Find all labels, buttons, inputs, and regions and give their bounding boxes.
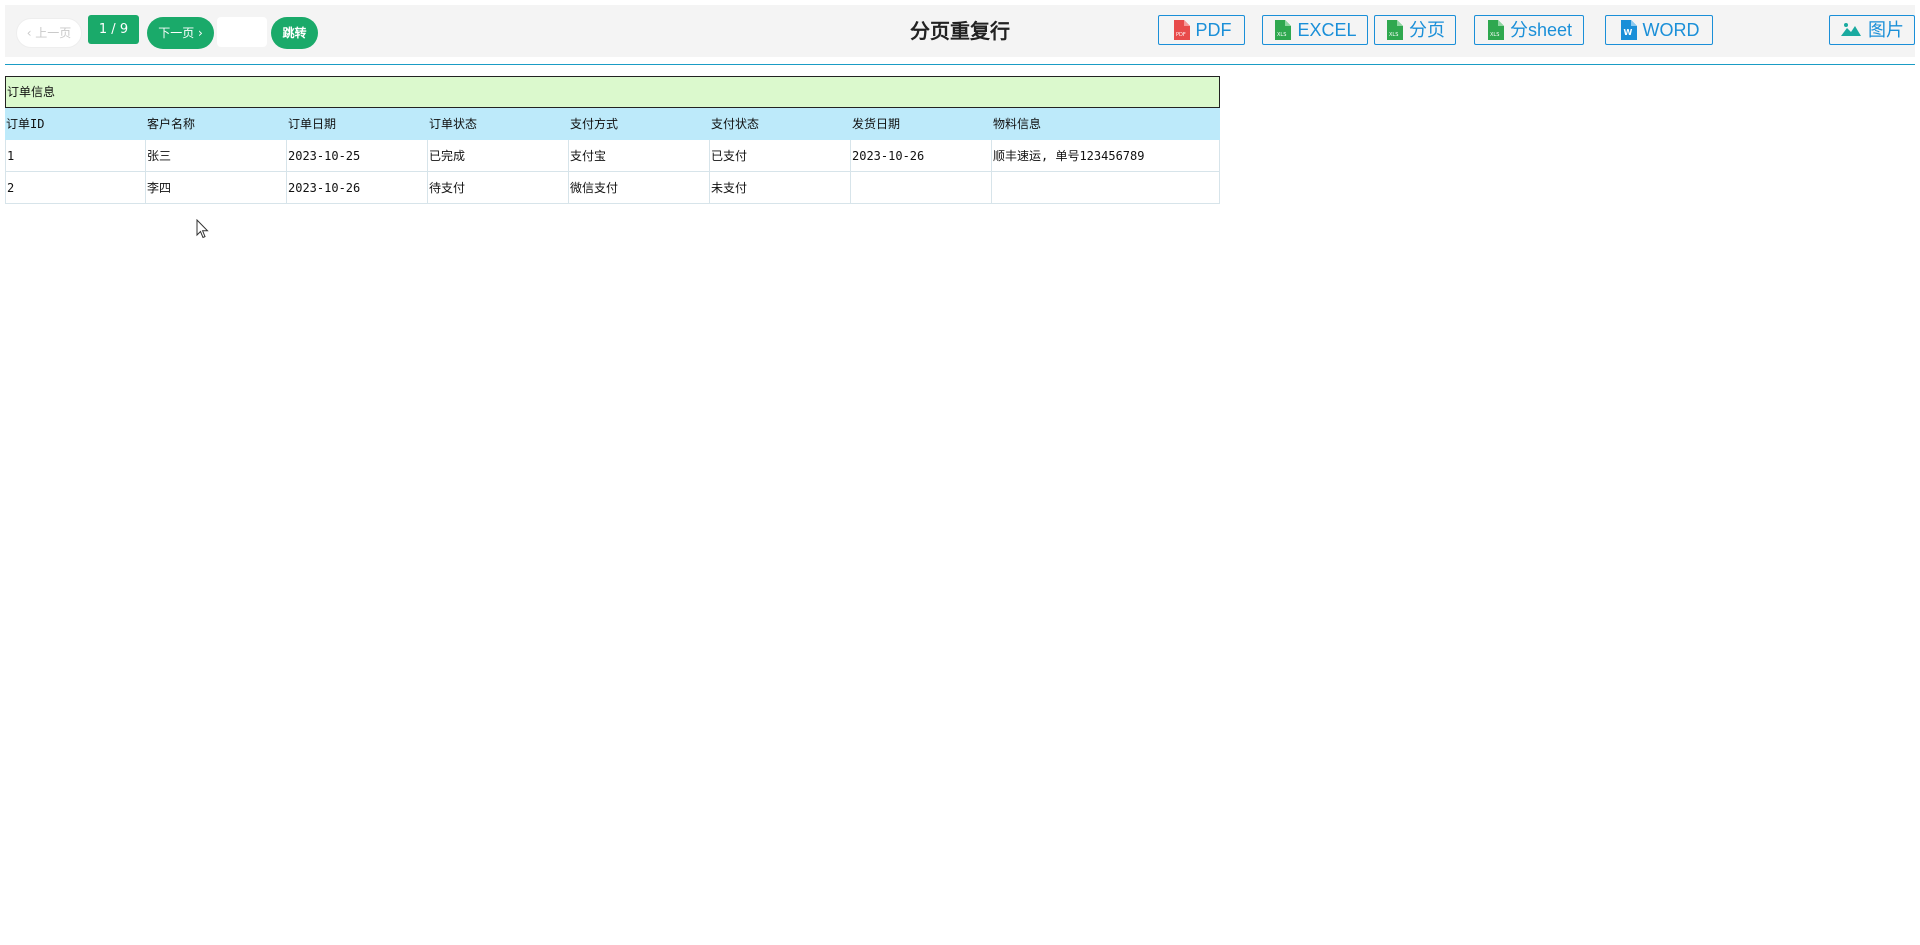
table-cell: 2 xyxy=(5,172,146,204)
export-image-label: 图片 xyxy=(1868,20,1904,40)
table-cell: 微信支付 xyxy=(569,172,710,204)
report-toolbar: ‹ 上一页 1 / 9 下一页 › 跳转 分页重复行 PDF PDF XLS E… xyxy=(5,5,1915,57)
column-header: 物料信息 xyxy=(993,117,1042,131)
table-cell xyxy=(851,172,992,204)
svg-text:XLS: XLS xyxy=(1277,32,1286,38)
export-word-button[interactable]: W WORD xyxy=(1605,15,1713,45)
table-cell: 顺丰速运, 单号123456789 xyxy=(992,140,1220,172)
column-header: 订单状态 xyxy=(429,117,478,131)
table-cell: 未支付 xyxy=(710,172,851,204)
table-cell: 2023-10-26 xyxy=(851,140,992,172)
table-cell: 支付宝 xyxy=(569,140,710,172)
column-header: 发货日期 xyxy=(852,117,901,131)
svg-text:W: W xyxy=(1623,28,1632,37)
export-excel-label: EXCEL xyxy=(1297,20,1357,40)
pdf-file-icon: PDF xyxy=(1172,20,1190,40)
export-excel-sheets-button[interactable]: XLS 分sheet xyxy=(1474,15,1584,45)
next-page-button[interactable]: 下一页 › xyxy=(147,17,214,49)
svg-text:PDF: PDF xyxy=(1176,32,1186,38)
export-excel-button[interactable]: XLS EXCEL xyxy=(1262,15,1368,45)
export-excel-sheets-label: 分sheet xyxy=(1509,20,1573,40)
export-excel-paged-label: 分页 xyxy=(1409,20,1445,40)
table-cell: 已支付 xyxy=(710,140,851,172)
column-header: 支付状态 xyxy=(711,117,760,131)
table-cell: 张三 xyxy=(146,140,287,172)
column-header: 订单日期 xyxy=(288,117,337,131)
export-word-label: WORD xyxy=(1642,20,1700,40)
table-cell: 2023-10-26 xyxy=(287,172,428,204)
excel-file-icon: XLS xyxy=(1385,20,1403,40)
table-cell xyxy=(992,172,1220,204)
table-row: 2 李四 2023-10-26 待支付 微信支付 未支付 xyxy=(5,172,1220,204)
svg-text:XLS: XLS xyxy=(1490,32,1499,38)
table-cell: 已完成 xyxy=(428,140,569,172)
column-header-row: 订单ID 客户名称 订单日期 订单状态 支付方式 支付状态 发货日期 物料信息 xyxy=(5,108,1220,140)
excel-file-icon: XLS xyxy=(1486,20,1504,40)
table-cell: 2023-10-25 xyxy=(287,140,428,172)
table-cell: 李四 xyxy=(146,172,287,204)
mouse-cursor-icon xyxy=(196,218,210,239)
toolbar-divider xyxy=(5,64,1915,65)
page-indicator: 1 / 9 xyxy=(88,15,139,44)
previous-page-button[interactable]: ‹ 上一页 xyxy=(16,18,82,48)
column-header: 订单ID xyxy=(6,117,45,131)
image-icon xyxy=(1840,20,1862,40)
word-file-icon: W xyxy=(1619,20,1637,40)
table-row: 1 张三 2023-10-25 已完成 支付宝 已支付 2023-10-26 顺… xyxy=(5,140,1220,172)
export-pdf-button[interactable]: PDF PDF xyxy=(1158,15,1245,45)
column-header: 客户名称 xyxy=(147,117,196,131)
report-table: 订单信息 订单ID 客户名称 订单日期 订单状态 支付方式 支付状态 发货日期 … xyxy=(5,76,1220,204)
table-cell: 待支付 xyxy=(428,172,569,204)
export-image-button[interactable]: 图片 xyxy=(1829,15,1915,45)
jump-page-input[interactable] xyxy=(217,17,267,47)
group-header-label: 订单信息 xyxy=(7,85,56,99)
excel-file-icon: XLS xyxy=(1273,20,1292,40)
column-header: 支付方式 xyxy=(570,117,619,131)
export-excel-paged-button[interactable]: XLS 分页 xyxy=(1374,15,1456,45)
group-header: 订单信息 xyxy=(5,76,1220,108)
table-cell: 1 xyxy=(5,140,146,172)
svg-text:XLS: XLS xyxy=(1389,32,1398,38)
export-pdf-label: PDF xyxy=(1195,20,1232,40)
jump-button[interactable]: 跳转 xyxy=(271,17,318,49)
